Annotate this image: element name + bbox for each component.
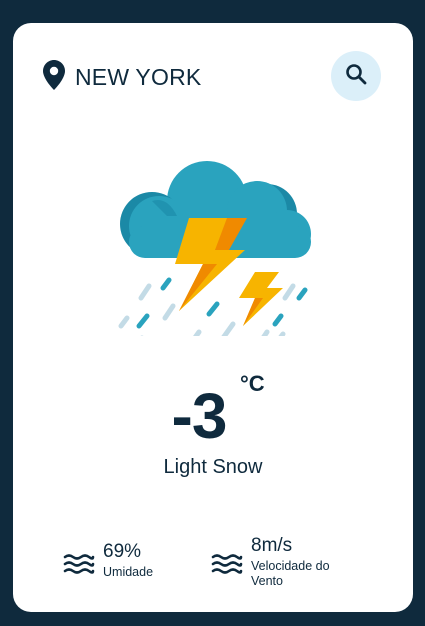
map-pin-icon bbox=[43, 60, 65, 95]
search-icon bbox=[345, 63, 367, 90]
humidity-label: Umidade bbox=[103, 565, 154, 579]
wind-label-line1: Velocidade do bbox=[251, 559, 330, 573]
weather-card: NEW YORK -3 °C Light Snow 69% Umidade 8m… bbox=[13, 23, 413, 612]
wind-stat: 8m/s Velocidade do Vento bbox=[211, 535, 330, 589]
city-name: NEW YORK bbox=[75, 64, 202, 90]
humidity-value: 69% bbox=[103, 541, 142, 562]
waves-icon bbox=[211, 553, 243, 580]
search-button[interactable] bbox=[331, 51, 381, 101]
temperature-display: -3 bbox=[13, 379, 413, 453]
temperature-value: -3 bbox=[171, 380, 228, 452]
location-header: NEW YORK bbox=[43, 60, 201, 95]
wind-label-line2: Vento bbox=[251, 574, 283, 588]
wind-value: 8m/s bbox=[251, 535, 293, 556]
thunderstorm-rain-icon bbox=[107, 156, 322, 357]
weather-condition: Light Snow bbox=[163, 456, 263, 478]
temperature-unit: °C bbox=[240, 371, 265, 396]
humidity-stat: 69% Umidade bbox=[63, 541, 153, 580]
waves-icon bbox=[63, 553, 95, 580]
